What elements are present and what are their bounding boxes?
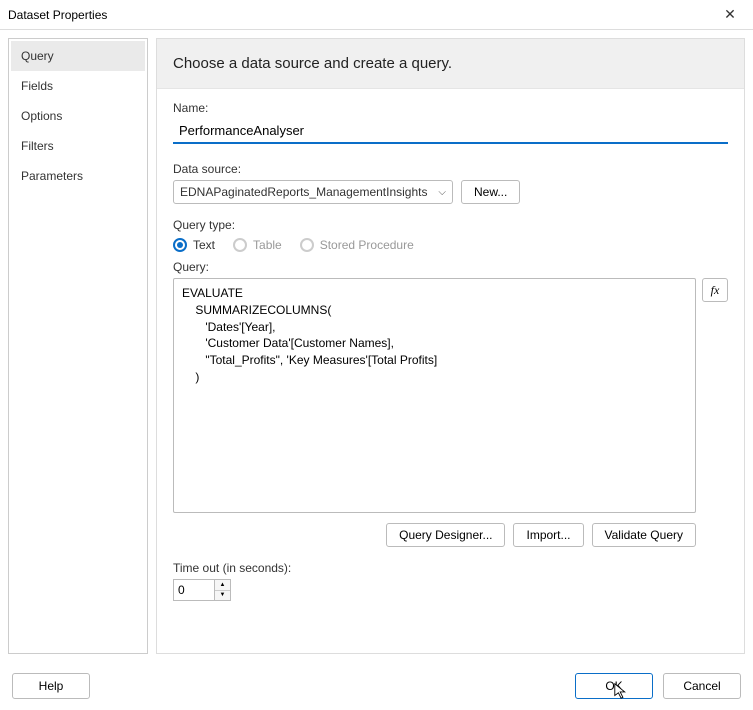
querytype-text-radio[interactable]: Text: [173, 238, 215, 252]
sidebar-item-filters[interactable]: Filters: [11, 131, 145, 161]
spinner-down-icon[interactable]: ▼: [215, 591, 230, 601]
name-label: Name:: [173, 101, 728, 115]
timeout-label: Time out (in seconds):: [173, 561, 728, 575]
page-heading: Choose a data source and create a query.: [157, 39, 744, 89]
query-designer-button[interactable]: Query Designer...: [386, 523, 505, 547]
titlebar: Dataset Properties ✕: [0, 0, 753, 30]
cancel-button[interactable]: Cancel: [663, 673, 741, 699]
sidebar-item-options[interactable]: Options: [11, 101, 145, 131]
main-panel: Choose a data source and create a query.…: [156, 38, 745, 654]
datasource-label: Data source:: [173, 162, 728, 176]
timeout-input[interactable]: [173, 579, 215, 601]
sidebar-item-parameters[interactable]: Parameters: [11, 161, 145, 191]
sidebar-item-query[interactable]: Query: [11, 41, 145, 71]
help-button[interactable]: Help: [12, 673, 90, 699]
radio-icon: [173, 238, 187, 252]
querytype-stored-radio: Stored Procedure: [300, 238, 414, 252]
query-label: Query:: [173, 260, 728, 274]
close-icon[interactable]: ✕: [715, 6, 745, 23]
chevron-down-icon: ⌵: [438, 187, 446, 198]
name-input[interactable]: [173, 119, 728, 144]
window-title: Dataset Properties: [8, 8, 107, 22]
querytype-stored-label: Stored Procedure: [320, 238, 414, 252]
datasource-select[interactable]: EDNAPaginatedReports_ManagementInsights …: [173, 180, 453, 204]
querytype-table-label: Table: [253, 238, 282, 252]
spinner-up-icon[interactable]: ▲: [215, 580, 230, 591]
radio-icon: [300, 238, 314, 252]
new-datasource-button[interactable]: New...: [461, 180, 520, 204]
querytype-table-radio: Table: [233, 238, 282, 252]
import-button[interactable]: Import...: [513, 523, 583, 547]
querytype-label: Query type:: [173, 218, 728, 232]
querytype-text-label: Text: [193, 238, 215, 252]
radio-icon: [233, 238, 247, 252]
validate-query-button[interactable]: Validate Query: [592, 523, 697, 547]
expression-builder-button[interactable]: fx: [702, 278, 728, 302]
datasource-value: EDNAPaginatedReports_ManagementInsights: [180, 185, 427, 199]
sidebar-item-fields[interactable]: Fields: [11, 71, 145, 101]
ok-button[interactable]: OK: [575, 673, 653, 699]
timeout-spinner[interactable]: ▲ ▼: [215, 579, 231, 601]
query-textarea[interactable]: [173, 278, 696, 513]
dialog-footer: Help OK Cancel: [0, 662, 753, 710]
sidebar: Query Fields Options Filters Parameters: [8, 38, 148, 654]
